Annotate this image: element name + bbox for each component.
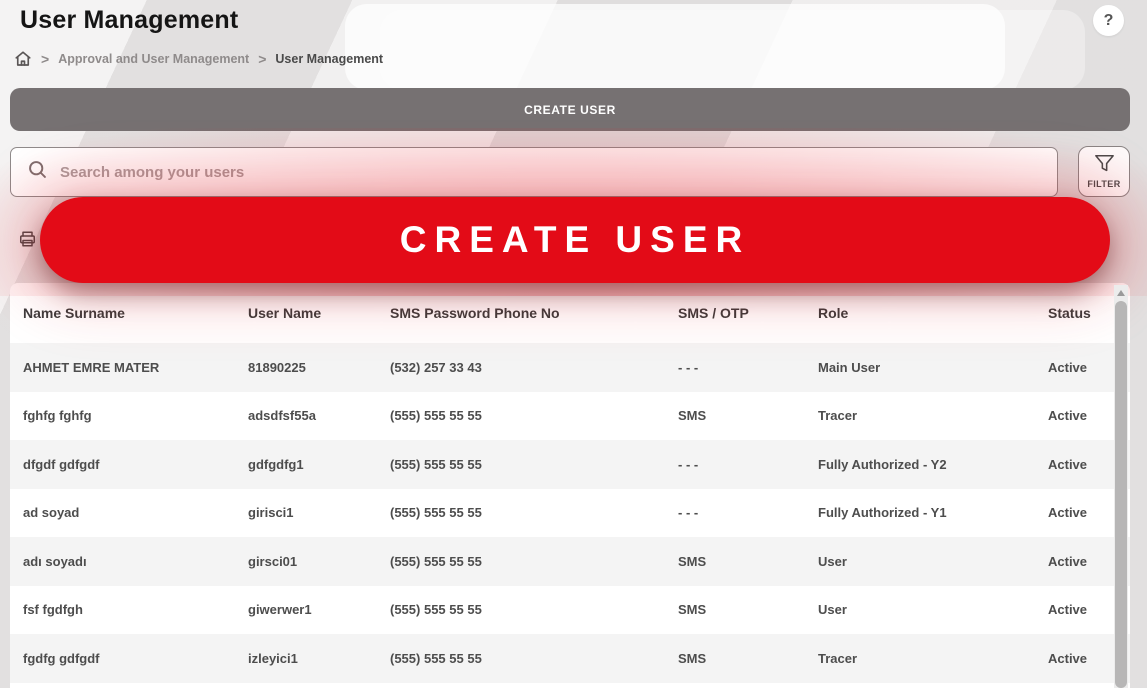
scrollbar-thumb[interactable]: [1115, 301, 1127, 688]
breadcrumb-item-approval-user-management[interactable]: Approval and User Management: [58, 52, 249, 66]
cell-sms-otp: SMS: [678, 408, 818, 423]
table-row[interactable]: dfgdf gdfgdf gdfgdfg1 (555) 555 55 55 - …: [10, 440, 1130, 489]
column-header-name-surname: Name Surname: [23, 305, 248, 321]
cell-name-surname: AHMET EMRE MATER: [23, 360, 248, 375]
background-card: [380, 10, 1085, 90]
search-input[interactable]: [60, 164, 987, 181]
cell-sms-password-phone: (555) 555 55 55: [390, 651, 678, 666]
breadcrumb: > Approval and User Management > User Ma…: [14, 50, 383, 68]
cell-sms-password-phone: (555) 555 55 55: [390, 505, 678, 520]
cell-name-surname: dfgdf gdfgdf: [23, 457, 248, 472]
cell-sms-otp: - - -: [678, 360, 818, 375]
cell-role: Fully Authorized - Y2: [818, 457, 1048, 472]
cell-role: User: [818, 554, 1048, 569]
create-user-highlight-button[interactable]: CREATE USER: [40, 197, 1110, 283]
filter-button-label: FILTER: [1087, 179, 1120, 189]
cell-sms-password-phone: (532) 257 33 43: [390, 360, 678, 375]
cell-user-name: 81890225: [248, 360, 390, 375]
cell-sms-password-phone: (555) 555 55 55: [390, 408, 678, 423]
page-title: User Management: [20, 6, 238, 35]
breadcrumb-separator: >: [258, 51, 266, 67]
table-row[interactable]: adı soyadı girsci01 (555) 555 55 55 SMS …: [10, 537, 1130, 586]
create-user-button[interactable]: CREATE USER: [10, 88, 1130, 131]
cell-role: Fully Authorized - Y1: [818, 505, 1048, 520]
scrollbar-up-arrow-icon[interactable]: [1116, 288, 1126, 298]
cell-user-name: girisci1: [248, 505, 390, 520]
cell-user-name: adsdfsf55a: [248, 408, 390, 423]
cell-name-surname: fsf fgdfgh: [23, 602, 248, 617]
filter-button[interactable]: FILTER: [1078, 146, 1130, 197]
cell-user-name: giwerwer1: [248, 602, 390, 617]
help-button[interactable]: ?: [1093, 5, 1124, 36]
column-header-sms-otp: SMS / OTP: [678, 305, 818, 321]
cell-name-surname: fghfg fghfg: [23, 408, 248, 423]
cell-role: Tracer: [818, 408, 1048, 423]
cell-name-surname: adı soyadı: [23, 554, 248, 569]
cell-sms-otp: SMS: [678, 651, 818, 666]
table-row[interactable]: fgdfg gdfgdf izleyici1 (555) 555 55 55 S…: [10, 634, 1130, 683]
table-row[interactable]: ad soyad girisci1 (555) 555 55 55 - - - …: [10, 489, 1130, 538]
table-header-row: Name Surname User Name SMS Password Phon…: [10, 283, 1130, 343]
users-table: Name Surname User Name SMS Password Phon…: [10, 283, 1130, 688]
column-header-role: Role: [818, 305, 1048, 321]
column-header-user-name: User Name: [248, 305, 390, 321]
cell-sms-password-phone: (555) 555 55 55: [390, 457, 678, 472]
breadcrumb-item-user-management: User Management: [275, 52, 383, 66]
cell-sms-otp: SMS: [678, 554, 818, 569]
cell-sms-otp: - - -: [678, 505, 818, 520]
cell-user-name: girsci01: [248, 554, 390, 569]
printer-icon: [18, 230, 37, 253]
cell-sms-otp: - - -: [678, 457, 818, 472]
cell-sms-password-phone: (555) 555 55 55: [390, 602, 678, 617]
column-header-sms-password-phone: SMS Password Phone No: [390, 305, 678, 321]
cell-role: Main User: [818, 360, 1048, 375]
search-icon: [27, 159, 48, 185]
cell-name-surname: fgdfg gdfgdf: [23, 651, 248, 666]
table-scrollbar[interactable]: [1114, 285, 1128, 688]
home-icon[interactable]: [14, 50, 32, 68]
cell-sms-password-phone: (555) 555 55 55: [390, 554, 678, 569]
table-row[interactable]: fsf fgdfgh giwerwer1 (555) 555 55 55 SMS…: [10, 586, 1130, 635]
cell-role: Tracer: [818, 651, 1048, 666]
cell-sms-otp: SMS: [678, 602, 818, 617]
table-row[interactable]: AHMET EMRE MATER 81890225 (532) 257 33 4…: [10, 343, 1130, 392]
cell-user-name: gdfgdfg1: [248, 457, 390, 472]
cell-role: User: [818, 602, 1048, 617]
cell-user-name: izleyici1: [248, 651, 390, 666]
table-row[interactable]: fghfg fghfg adsdfsf55a (555) 555 55 55 S…: [10, 392, 1130, 441]
funnel-icon: [1094, 154, 1115, 178]
cell-name-surname: ad soyad: [23, 505, 248, 520]
search-box[interactable]: [10, 147, 1058, 197]
breadcrumb-separator: >: [41, 51, 49, 67]
